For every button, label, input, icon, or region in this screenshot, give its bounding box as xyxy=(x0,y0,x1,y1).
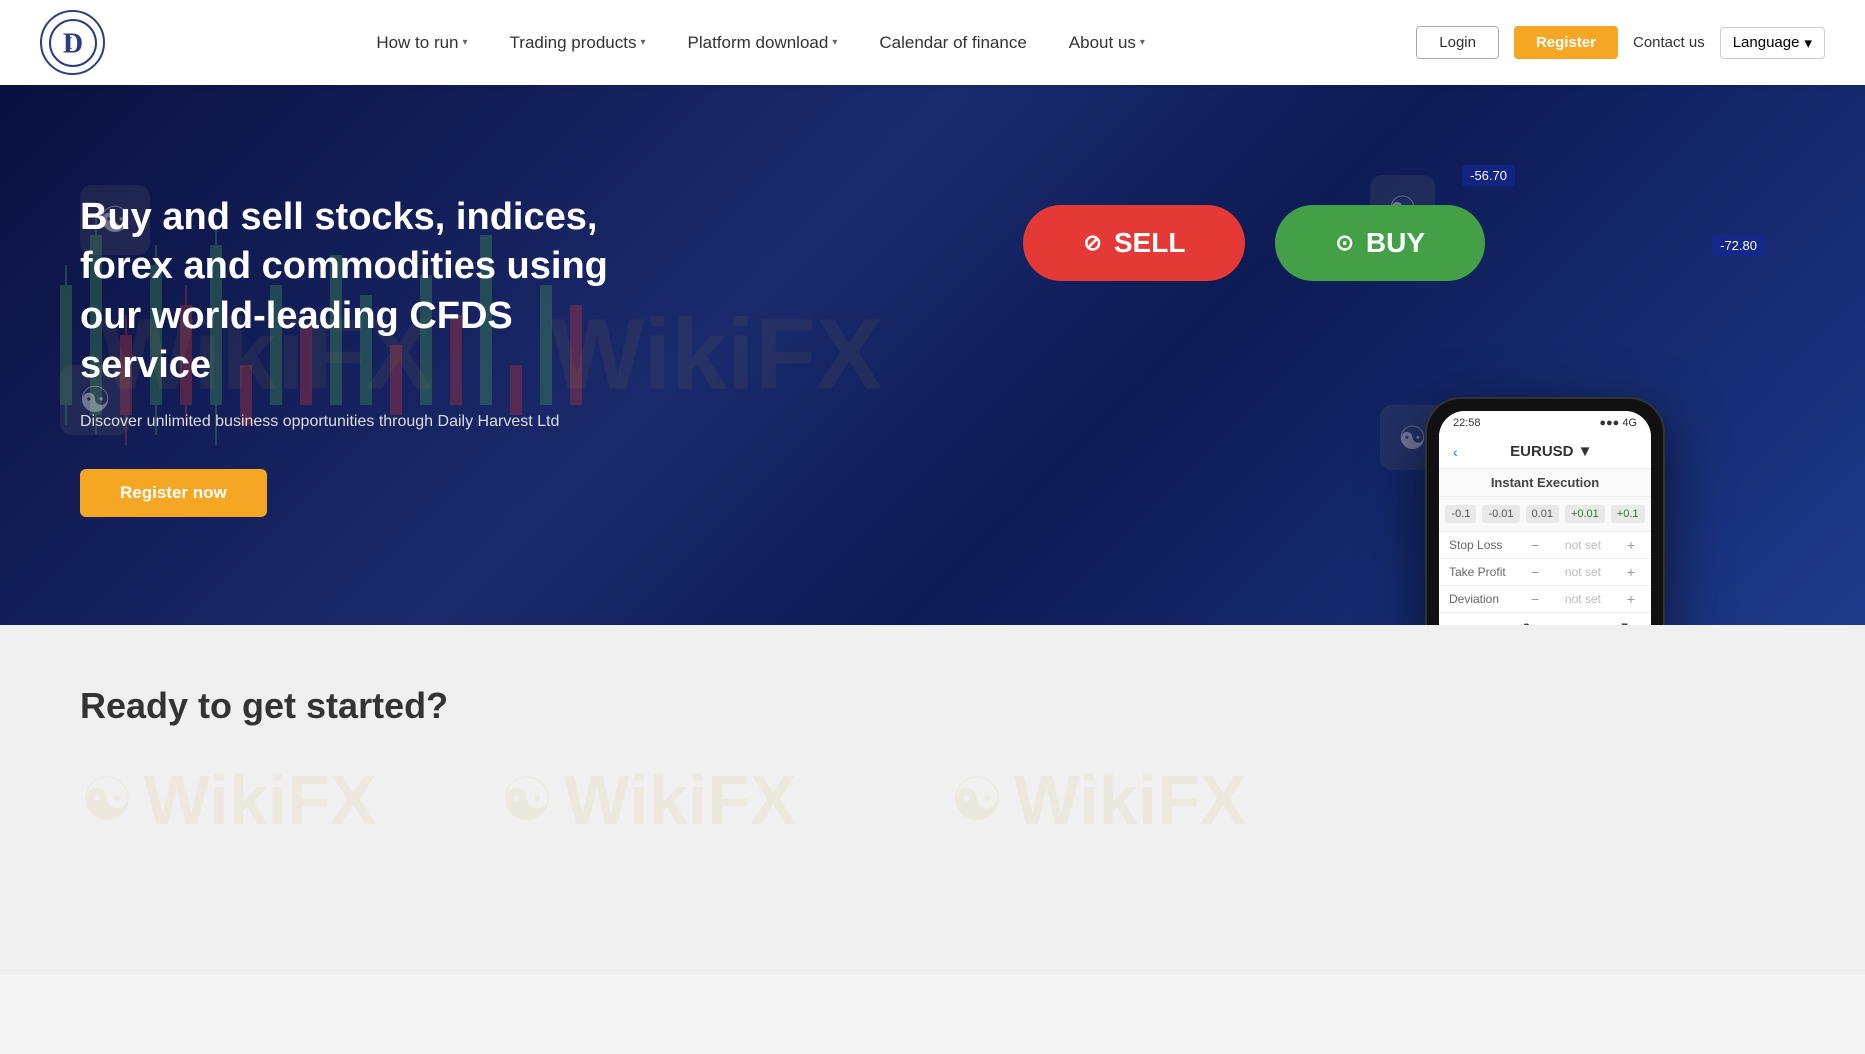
register-button[interactable]: Register xyxy=(1514,26,1618,59)
take-profit-plus[interactable]: + xyxy=(1621,564,1641,580)
adjust-minus-01[interactable]: -0.1 xyxy=(1445,505,1476,523)
phone-back-button[interactable]: ‹ xyxy=(1453,444,1458,460)
chevron-down-icon: ▾ xyxy=(1804,34,1812,52)
buy-price: 1.16927 xyxy=(1547,621,1641,625)
language-selector[interactable]: Language ▾ xyxy=(1720,27,1825,59)
stop-loss-label: Stop Loss xyxy=(1449,538,1525,552)
stop-loss-minus[interactable]: − xyxy=(1525,537,1545,553)
adjust-plus-001[interactable]: +0.01 xyxy=(1565,505,1605,523)
trading-action-buttons: ⊘ SELL ⊙ BUY xyxy=(1023,205,1485,281)
price-badge-2: -72.80 xyxy=(1712,235,1765,256)
adjust-minus-001[interactable]: -0.01 xyxy=(1482,505,1519,523)
hero-subtitle: Discover unlimited business opportunitie… xyxy=(80,410,620,434)
phone-adjust-row: -0.1 -0.01 0.01 +0.01 +0.1 xyxy=(1439,497,1651,532)
adjust-001[interactable]: 0.01 xyxy=(1526,505,1559,523)
logo-area: D I xyxy=(40,10,105,75)
nav-trading-products[interactable]: Trading products ▾ xyxy=(494,25,662,61)
wikifx-lower-left: ☯ WikiFX xyxy=(80,760,377,840)
currency-pair: EURUSD ▼ xyxy=(1466,443,1637,460)
stop-loss-row: Stop Loss − not set + xyxy=(1439,532,1651,559)
ready-to-start-title: Ready to get started? xyxy=(80,685,1785,727)
nav-calendar-of-finance[interactable]: Calendar of finance xyxy=(863,25,1042,61)
take-profit-label: Take Profit xyxy=(1449,565,1525,579)
hero-content: Buy and sell stocks, indices, forex and … xyxy=(0,133,700,578)
buy-button[interactable]: ⊙ BUY xyxy=(1275,205,1485,281)
stop-loss-value: not set xyxy=(1545,538,1621,552)
buy-icon: ⊙ xyxy=(1335,230,1353,256)
deviation-value: not set xyxy=(1545,592,1621,606)
chevron-down-icon: ▾ xyxy=(463,37,468,48)
main-nav: How to run ▾ Trading products ▾ Platform… xyxy=(105,25,1416,61)
nav-about-us[interactable]: About us ▾ xyxy=(1053,25,1161,61)
svg-text:I: I xyxy=(65,33,72,53)
login-button[interactable]: Login xyxy=(1416,26,1499,59)
chevron-down-icon: ▾ xyxy=(1140,37,1145,48)
wikifx-lower-right: ☯ WikiFX xyxy=(950,760,1247,840)
chevron-down-icon: ▾ xyxy=(640,37,645,48)
deviation-plus[interactable]: + xyxy=(1621,591,1641,607)
lower-section: ☯ WikiFX ☯ WikiFX ☯ WikiFX Ready to get … xyxy=(0,625,1865,975)
sell-icon: ⊘ xyxy=(1083,230,1101,256)
stop-loss-plus[interactable]: + xyxy=(1621,537,1641,553)
wikifx-lower-mid: ☯ WikiFX xyxy=(500,760,797,840)
header: D I How to run ▾ Trading products ▾ Plat… xyxy=(0,0,1865,85)
take-profit-minus[interactable]: − xyxy=(1525,564,1545,580)
signal-icon: ●●● 4G xyxy=(1599,417,1637,429)
nav-platform-download[interactable]: Platform download ▾ xyxy=(672,25,854,61)
header-actions: Login Register Contact us Language ▾ xyxy=(1416,26,1825,59)
phone-prices-row: 1.16909 1.16927 xyxy=(1439,613,1651,625)
chevron-down-icon: ▾ xyxy=(832,37,837,48)
phone-screen: 22:58 ●●● 4G ‹ EURUSD ▼ Instant Executio… xyxy=(1439,411,1651,625)
phone-header-bar: ‹ EURUSD ▼ xyxy=(1439,435,1651,469)
phone-mockup: 22:58 ●●● 4G ‹ EURUSD ▼ Instant Executio… xyxy=(1425,397,1665,625)
phone-status-bar: 22:58 ●●● 4G xyxy=(1439,411,1651,435)
contact-us-link[interactable]: Contact us xyxy=(1633,34,1705,51)
deviation-minus[interactable]: − xyxy=(1525,591,1545,607)
register-now-button[interactable]: Register now xyxy=(80,469,267,517)
take-profit-row: Take Profit − not set + xyxy=(1439,559,1651,586)
logo-icon: D I xyxy=(40,10,105,75)
adjust-plus-01[interactable]: +0.1 xyxy=(1611,505,1645,523)
nav-how-to-run[interactable]: How to run ▾ xyxy=(360,25,483,61)
price-badge-1: -56.70 xyxy=(1462,165,1515,186)
take-profit-value: not set xyxy=(1545,565,1621,579)
hero-section: -56.70 -72.80 ☯ ☯ ☯ ☯ WikiFX WikiFX Buy … xyxy=(0,85,1865,625)
deviation-label: Deviation xyxy=(1449,592,1525,606)
sell-button[interactable]: ⊘ SELL xyxy=(1023,205,1245,281)
phone-outer-shell: 22:58 ●●● 4G ‹ EURUSD ▼ Instant Executio… xyxy=(1425,397,1665,625)
sell-price: 1.16909 xyxy=(1449,621,1543,625)
deviation-row: Deviation − not set + xyxy=(1439,586,1651,613)
phone-execution-title: Instant Execution xyxy=(1439,469,1651,497)
hero-title: Buy and sell stocks, indices, forex and … xyxy=(80,193,620,391)
